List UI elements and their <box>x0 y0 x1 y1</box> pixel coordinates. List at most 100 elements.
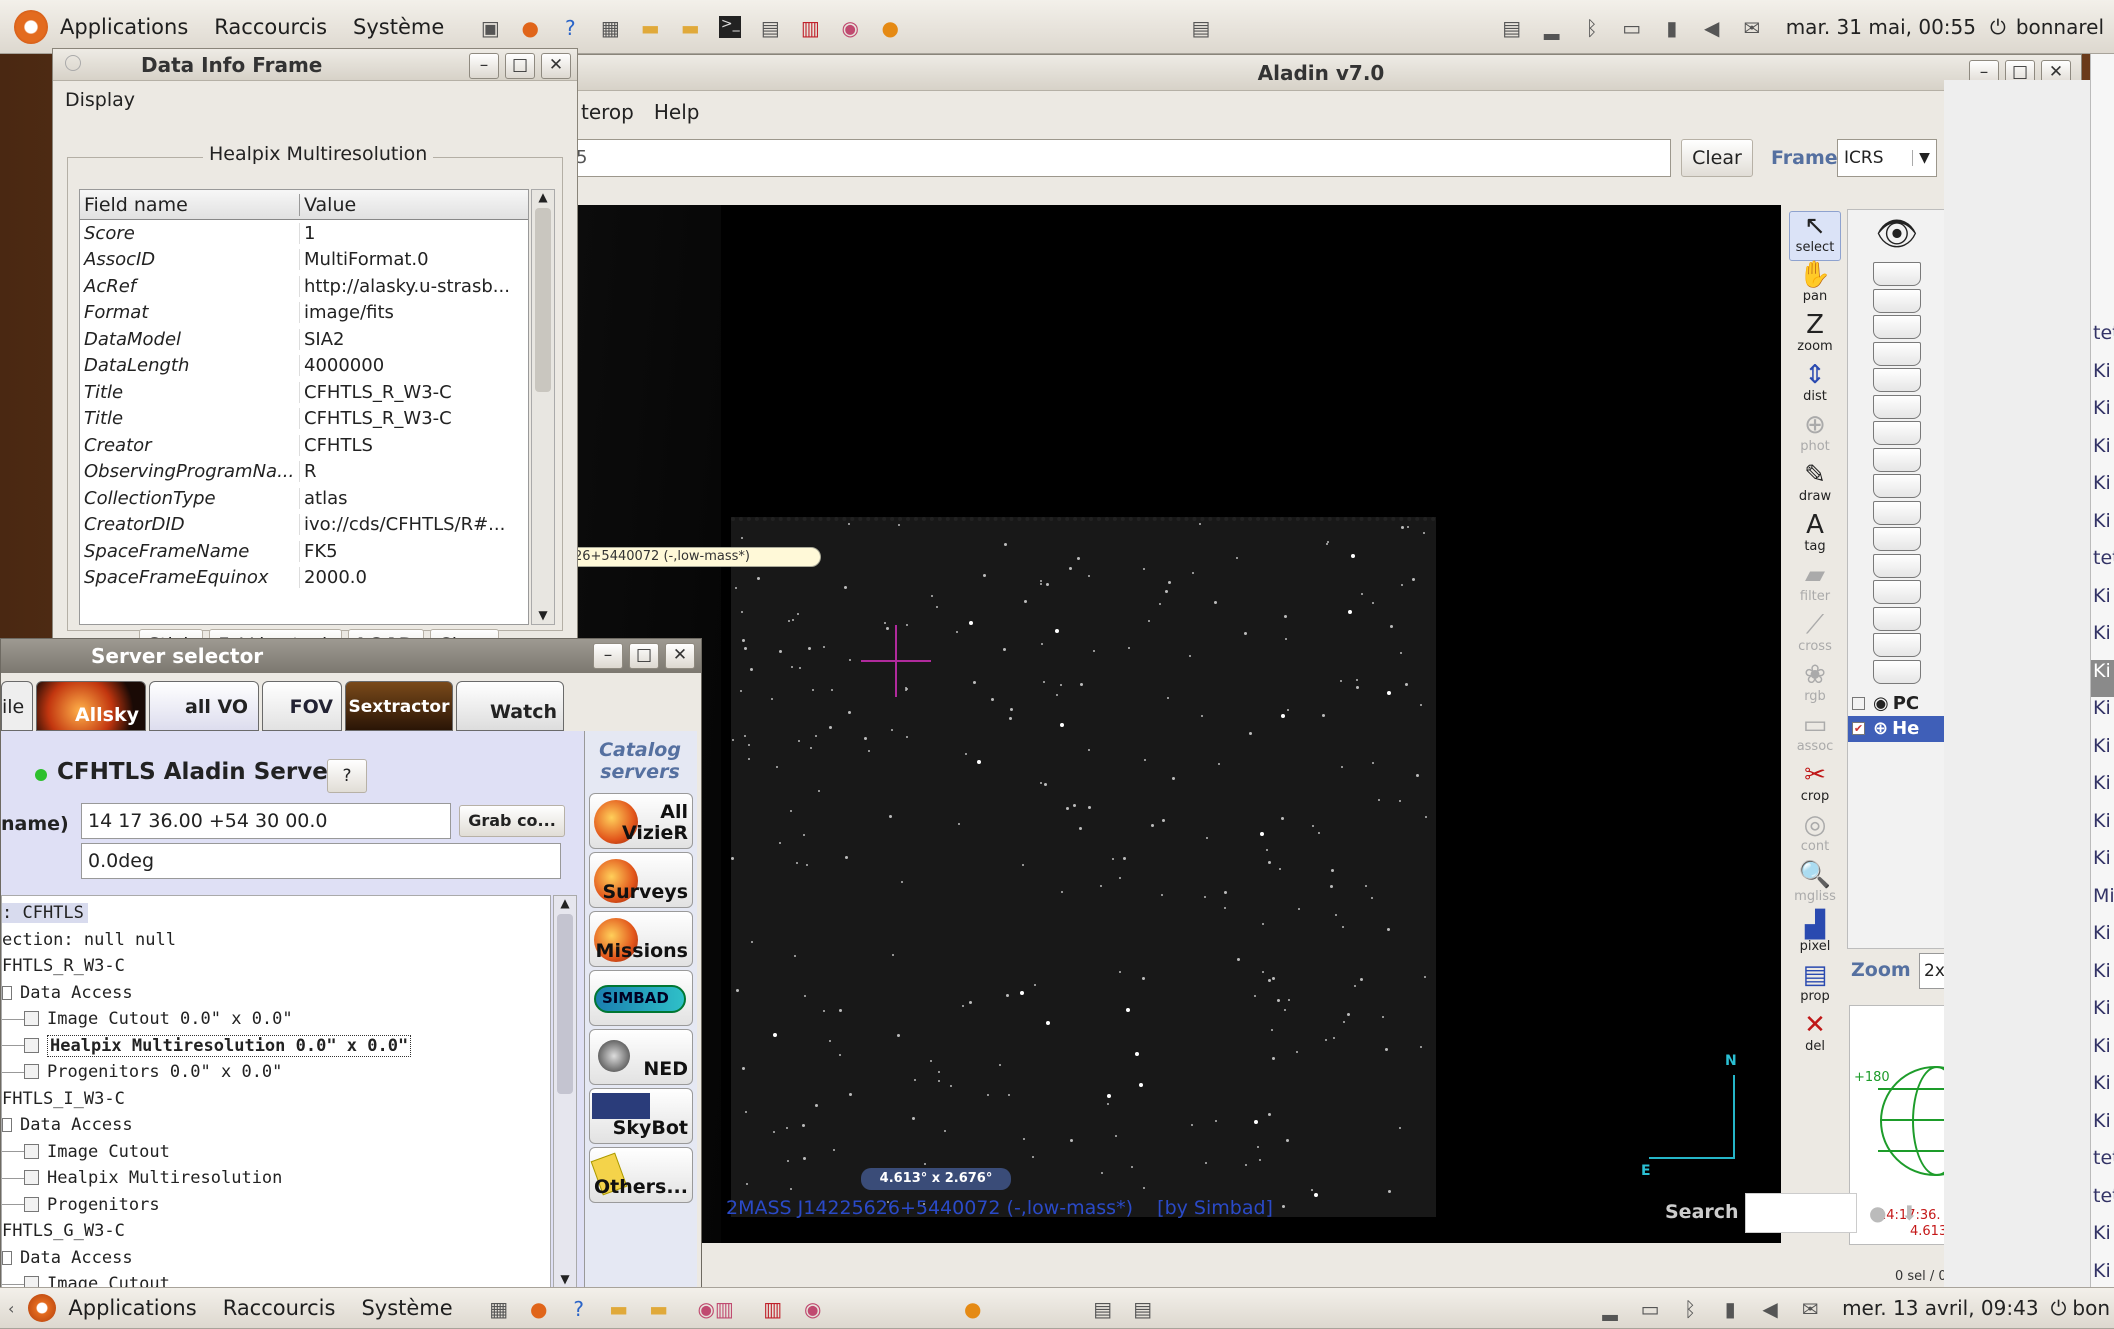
bottom-doc-2-icon[interactable]: ▤ <box>1132 1297 1154 1321</box>
tree-scroll-thumb[interactable] <box>557 914 573 1094</box>
search-clear-icon[interactable]: ● <box>1869 1201 1886 1225</box>
tab-watch[interactable]: Watch <box>456 681 564 731</box>
view-slot[interactable] <box>1873 315 1921 339</box>
display-menu[interactable]: Display <box>65 89 135 111</box>
calendar-icon[interactable]: ▦ <box>599 16 621 40</box>
tree-item[interactable]: Healpix Multiresolution <box>2 1165 550 1192</box>
target-input[interactable]: 14 17 36.00 +54 30 00.0 <box>81 803 451 839</box>
list-item[interactable]: tet <box>2091 1185 2114 1223</box>
tool-mgliss[interactable]: 🔍 mgliss <box>1789 861 1841 911</box>
radius-input[interactable]: 0.0deg <box>81 843 561 879</box>
folder-2-icon[interactable]: ▬ <box>679 16 701 40</box>
list-item[interactable]: Ki <box>2091 585 2114 623</box>
list-item[interactable]: Ki <box>2091 997 2114 1035</box>
volume-icon[interactable]: ◀ <box>1701 16 1723 40</box>
system-menu[interactable]: Système <box>353 0 444 54</box>
tool-pan[interactable]: ✋ pan <box>1789 261 1841 311</box>
col-field-header[interactable]: Field name <box>80 193 300 216</box>
table-row[interactable]: DataLength 4000000 <box>80 353 528 380</box>
tree-item[interactable]: Progenitors <box>2 1192 550 1219</box>
table-row[interactable]: SpaceFrameName FK5 <box>80 538 528 565</box>
aladin-launcher-icon[interactable]: ▥ <box>799 16 821 40</box>
list-item[interactable]: Ki <box>2091 659 2114 697</box>
eye-icon[interactable]: 👁 <box>1848 210 1946 262</box>
power-icon[interactable]: ⏻ <box>1990 15 2006 39</box>
list-item[interactable]: Ki <box>2091 960 2114 998</box>
tab-fov[interactable]: FOV <box>262 681 342 731</box>
terminal-icon[interactable]: >_ <box>719 15 742 38</box>
view-slot[interactable] <box>1873 262 1921 286</box>
grab-coords-button[interactable]: Grab co... <box>459 805 565 837</box>
tool-prop[interactable]: ▤ prop <box>1789 961 1841 1011</box>
user-name[interactable]: bonnarel <box>2016 15 2104 39</box>
view-slot[interactable] <box>1873 447 1921 472</box>
catalog-simbad-button[interactable]: SIMBAD <box>589 970 693 1026</box>
scroll-up-icon[interactable]: ▲ <box>532 190 554 204</box>
tree-item[interactable]: Image Cutout 0.0" x 0.0" <box>2 1006 550 1033</box>
tree-item[interactable]: Data Access <box>2 1245 550 1272</box>
bottom-applications-menu[interactable]: Applications <box>68 1287 196 1329</box>
tree-checkbox[interactable] <box>24 1196 39 1212</box>
bottom-doc-icon[interactable]: ▤ <box>1092 1297 1114 1321</box>
table-row[interactable]: CollectionType atlas <box>80 485 528 512</box>
applications-menu[interactable]: Applications <box>60 0 188 54</box>
bottom-shortcuts-menu[interactable]: Raccourcis <box>223 1287 336 1329</box>
bottom-aladin-icon[interactable]: ▥ <box>762 1297 784 1321</box>
server-maximize-button[interactable]: □ <box>629 643 659 669</box>
col-value-header[interactable]: Value <box>300 194 528 216</box>
tree-item[interactable]: Progenitors 0.0" x 0.0" <box>2 1059 550 1086</box>
table-row[interactable]: Title CFHTLS_R_W3-C <box>80 379 528 406</box>
list-item[interactable]: Ki <box>2091 397 2114 435</box>
image-view[interactable]: 26+5440072 (-,low-mass*) 4.613° x 2.676°… <box>571 205 1781 1243</box>
table-row[interactable]: CreatorDID ivo://cds/CFHTLS/R#... <box>80 512 528 539</box>
plane-healpix-checkbox[interactable]: ✔ <box>1852 722 1865 735</box>
list-item[interactable]: tet <box>2091 1147 2114 1185</box>
table-row[interactable]: ObservingProgramNa... R <box>80 459 528 486</box>
list-item[interactable]: tet <box>2091 547 2114 585</box>
list-item[interactable]: Ki <box>2091 735 2114 773</box>
bottom-help-icon[interactable]: ? <box>568 1297 590 1321</box>
tree-checkbox[interactable] <box>24 1064 39 1079</box>
bottom-volume-icon[interactable]: ◀ <box>1759 1297 1781 1321</box>
galaxy-icon[interactable]: ◉ <box>839 16 861 40</box>
menu-help[interactable]: Help <box>654 100 700 124</box>
expander-icon[interactable] <box>2 1118 12 1132</box>
data-info-minimize-button[interactable]: – <box>469 53 499 79</box>
bottom-firefox-icon[interactable]: ● <box>528 1297 550 1321</box>
bottom-folder-2-icon[interactable]: ▬ <box>648 1297 670 1321</box>
tree-item[interactable]: Image Cutout <box>2 1139 550 1166</box>
view-slot[interactable] <box>1873 474 1921 498</box>
view-slot[interactable] <box>1873 606 1921 631</box>
tree-item[interactable]: Data Access <box>2 980 550 1007</box>
list-item[interactable]: Ki <box>2091 847 2114 885</box>
bottom-taskbar-window-icon[interactable]: ◉▥ <box>688 1297 744 1321</box>
bottom-signal-icon[interactable]: ▂ <box>1599 1297 1621 1321</box>
tool-filter[interactable]: ▰ filter <box>1789 561 1841 611</box>
location-input[interactable]: 5 <box>571 139 1671 177</box>
tool-draw[interactable]: ✎ draw <box>1789 461 1841 511</box>
ball-icon[interactable]: ● <box>879 16 901 40</box>
tool-rgb[interactable]: ❀ rgb <box>1789 661 1841 711</box>
scroll-down-icon[interactable]: ▼ <box>532 608 554 622</box>
view-slot[interactable] <box>1873 659 1921 684</box>
tree-item[interactable]: FHTLS_I_W3-C <box>2 1086 550 1113</box>
network-icon[interactable]: ▣ <box>479 16 501 40</box>
list-item[interactable]: Ki <box>2091 810 2114 848</box>
tool-cross[interactable]: ⟋ cross <box>1789 611 1841 661</box>
table-row[interactable]: SpaceFrameEquinox 2000.0 <box>80 565 528 592</box>
table-row[interactable]: AssocID MultiFormat.0 <box>80 247 528 274</box>
menu-interop[interactable]: terop <box>581 100 634 124</box>
catalog-surveys-button[interactable]: Surveys <box>589 852 693 908</box>
server-help-button[interactable]: ? <box>327 759 367 793</box>
frame-select[interactable]: ICRS ▼ <box>1837 139 1937 177</box>
tool-assoc[interactable]: ▭ assoc <box>1789 711 1841 761</box>
bottom-power-icon[interactable]: ⏻ <box>2051 1296 2067 1320</box>
list-item[interactable]: Ki <box>2091 697 2114 735</box>
folder-icon[interactable]: ▬ <box>639 16 661 40</box>
scroll-thumb[interactable] <box>535 208 551 392</box>
plane-healpix[interactable]: ✔ ⊕ He <box>1848 715 1946 742</box>
bottom-system-menu[interactable]: Système <box>361 1287 452 1329</box>
list-item[interactable]: Ki <box>2091 1222 2114 1260</box>
tool-tag[interactable]: Atag <box>1789 511 1841 561</box>
view-slot[interactable] <box>1873 341 1921 366</box>
